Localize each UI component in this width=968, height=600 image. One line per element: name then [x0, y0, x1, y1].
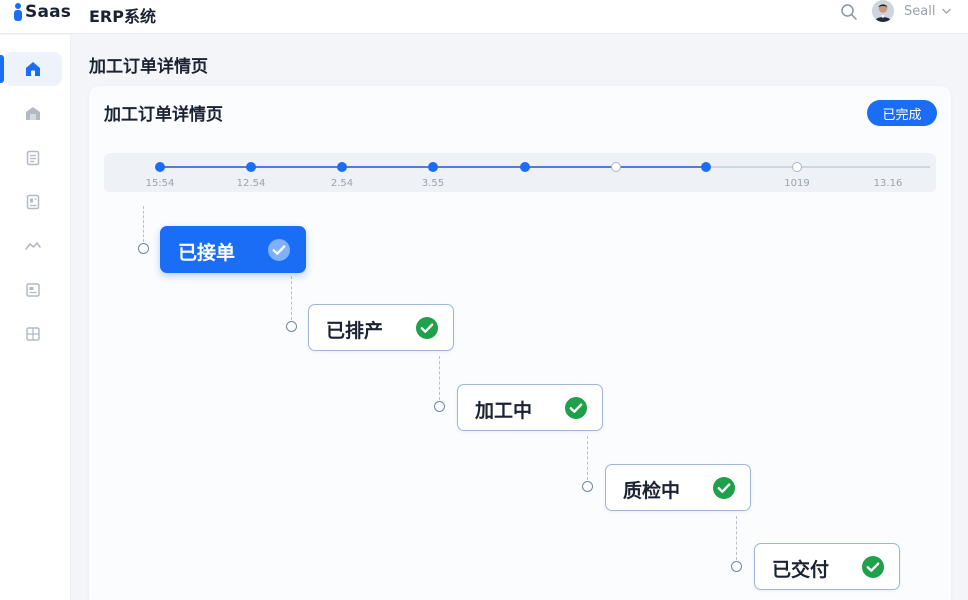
sidebar-item-home[interactable] [0, 52, 62, 86]
timeline-node[interactable] [520, 162, 530, 172]
timeline-node[interactable] [611, 162, 621, 172]
check-circle-icon [268, 239, 290, 261]
step-connector [587, 436, 588, 480]
search-icon[interactable] [840, 3, 858, 21]
step-accepted[interactable]: 已接单 [160, 226, 306, 273]
timeline-node[interactable] [428, 162, 438, 172]
step-label: 已接单 [178, 242, 236, 264]
step-label: 已排产 [326, 320, 384, 342]
user-name[interactable]: Seall [904, 4, 935, 19]
order-detail-card: 加工订单详情页 已完成 15:54 12.54 2.54 3.55 1019 1… [89, 86, 951, 600]
sidebar-item-reports[interactable] [4, 273, 62, 307]
check-circle-icon [862, 556, 884, 578]
chevron-down-icon[interactable] [942, 8, 951, 15]
timeline-label: 1019 [784, 178, 810, 189]
check-circle-icon [565, 397, 587, 419]
grid-icon [26, 327, 40, 341]
timeline-label: 3.55 [421, 178, 445, 189]
warehouse-icon [26, 107, 40, 120]
sidebar-item-modules[interactable] [4, 317, 62, 351]
sidebar-item-warehouse[interactable] [4, 96, 62, 130]
sidebar-item-analytics[interactable] [4, 229, 62, 263]
timeline-node[interactable] [792, 162, 802, 172]
step-delivered[interactable]: 已交付 [754, 543, 900, 590]
timeline-node[interactable] [337, 162, 347, 172]
timeline-label: 13.16 [873, 178, 903, 189]
step-scheduled[interactable]: 已排产 [308, 304, 454, 351]
step-connector [736, 516, 737, 560]
report-icon [26, 283, 40, 297]
top-header: Saas ERP系统 Seall [0, 0, 968, 34]
page-title: 加工订单详情页 [89, 57, 208, 77]
brand-logo[interactable]: Saas [14, 1, 71, 23]
step-marker [731, 561, 742, 572]
logo-icon [14, 3, 22, 21]
app-title: ERP系统 [89, 7, 156, 26]
timeline-label: 12.54 [236, 178, 266, 189]
step-connector [291, 276, 292, 320]
step-label: 质检中 [623, 480, 681, 502]
card-title: 加工订单详情页 [104, 105, 223, 125]
timeline-line-pending [706, 166, 930, 168]
step-inspection[interactable]: 质检中 [605, 464, 751, 511]
progress-timeline: 15:54 12.54 2.54 3.55 1019 13.16 [104, 153, 936, 192]
sidebar-item-documents[interactable] [4, 141, 62, 175]
timeline-node[interactable] [155, 162, 165, 172]
avatar[interactable] [872, 0, 894, 22]
step-marker [582, 481, 593, 492]
step-label: 已交付 [772, 559, 830, 581]
step-marker [286, 321, 297, 332]
status-badge[interactable]: 已完成 [867, 100, 937, 126]
home-icon [26, 62, 40, 76]
step-processing[interactable]: 加工中 [457, 384, 603, 431]
user-avatar-icon [872, 0, 894, 22]
check-circle-icon [713, 477, 735, 499]
timeline-node[interactable] [246, 162, 256, 172]
sidebar [0, 35, 71, 600]
document-icon [26, 150, 40, 166]
step-marker [138, 243, 149, 254]
book-icon [26, 194, 40, 210]
chart-icon [25, 242, 41, 250]
step-connector [143, 206, 144, 242]
step-connector [439, 356, 440, 400]
sidebar-item-books[interactable] [4, 185, 62, 219]
step-label: 加工中 [475, 400, 533, 422]
step-marker [434, 401, 445, 412]
brand-name: Saas [25, 2, 72, 22]
timeline-label: 2.54 [330, 178, 354, 189]
check-circle-icon [416, 317, 438, 339]
timeline-label: 15:54 [145, 178, 175, 189]
timeline-node[interactable] [701, 162, 711, 172]
